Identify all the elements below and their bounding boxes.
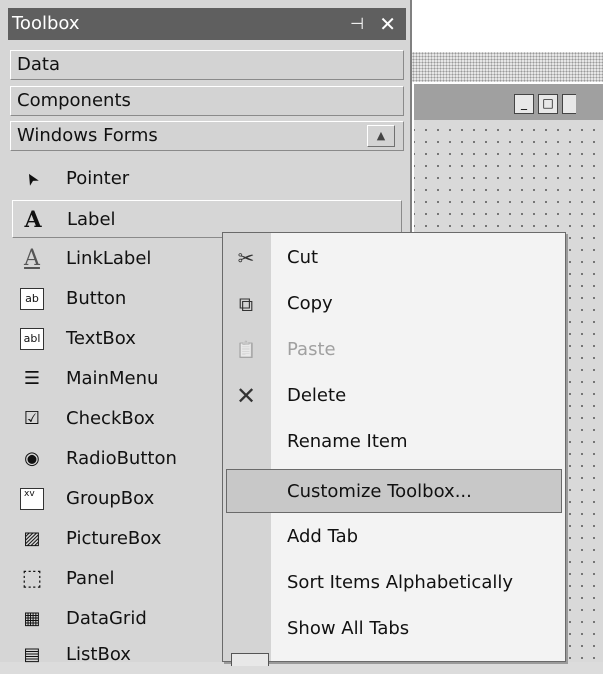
listbox-icon: ▤ [23,644,41,665]
menu-item-paste[interactable]: 📋 Paste [223,328,565,372]
menu-item-label: Rename Item [287,431,408,452]
panel-icon: ⬚ [21,566,43,591]
item-label: DataGrid [66,608,147,629]
tab-data[interactable]: Data [10,50,404,80]
item-label: Panel [66,568,115,589]
menu-item-label: Copy [287,293,333,314]
menu-scroll-icon [231,653,269,666]
label-icon: A [24,207,42,233]
paste-icon: 📋 [236,340,256,359]
item-label: MainMenu [66,368,159,389]
item-label: LinkLabel [66,248,152,269]
close-icon[interactable]: ✕ [379,8,396,40]
item-label: Button [66,288,127,309]
menu-item-cut[interactable]: ✂ Cut [223,236,565,280]
menu-item-show-all-tabs[interactable]: Show All Tabs [223,607,565,651]
tab-label: Components [17,90,131,111]
designer-background [412,52,603,82]
toolbox-titlebar: Toolbox ⊣ ✕ [8,8,406,40]
menu-item-label: Paste [287,339,336,360]
scissors-icon: ✂ [237,246,255,270]
menu-item-label: Sort Items Alphabetically [287,572,514,593]
item-label: Pointer [66,168,130,189]
menu-item-delete[interactable]: ✕ Delete [223,374,565,418]
pin-icon[interactable]: ⊣ [350,8,364,40]
pointer-icon: ➤ [19,168,44,190]
close-button-partial[interactable] [562,94,576,114]
tab-label: Data [17,54,60,75]
item-label: TextBox [66,328,136,349]
copy-icon: ⧉ [238,292,254,316]
menu-item-copy[interactable]: ⧉ Copy [223,282,565,326]
menu-item-label: Cut [287,247,319,268]
tab-components[interactable]: Components [10,86,404,116]
item-label: RadioButton [66,448,177,469]
maximize-button[interactable]: □ [538,94,558,114]
item-label: ListBox [66,644,131,665]
menu-item-label: Show All Tabs [287,618,410,639]
delete-icon: ✕ [235,382,257,410]
textbox-icon: abl [20,328,44,350]
datagrid-icon: ▦ [23,608,41,629]
item-label: GroupBox [66,488,155,509]
item-label: CheckBox [66,408,155,429]
checkbox-icon: ☑ [23,408,41,429]
tab-windows-forms[interactable]: Windows Forms ▲ [10,121,404,151]
mainmenu-icon: ☰ [23,368,41,389]
menu-item-rename-item[interactable]: Rename Item [223,420,565,464]
menu-item-label: Delete [287,385,347,406]
minimize-button[interactable]: _ [514,94,534,114]
menu-item-label: Add Tab [287,526,359,547]
picturebox-icon: ▨ [23,528,41,549]
item-label: PictureBox [66,528,162,549]
scroll-up-button[interactable]: ▲ [367,125,395,147]
button-icon: ab [20,288,44,310]
menu-item-label: Customize Toolbox... [287,481,472,502]
menu-item-add-tab[interactable]: Add Tab [223,515,565,559]
toolbox-title: Toolbox [12,13,80,34]
context-menu: ✂ Cut ⧉ Copy 📋 Paste ✕ Delete Rename Ite… [222,232,566,666]
tab-label: Windows Forms [17,125,158,146]
radiobutton-icon: ◉ [24,448,40,469]
toolbox-item-pointer[interactable]: ➤ Pointer [12,160,402,198]
menu-item-customize-toolbox[interactable]: Customize Toolbox... [226,469,562,513]
item-label: Label [67,209,116,230]
linklabel-icon: A [24,246,40,271]
menu-item-sort-items[interactable]: Sort Items Alphabetically [223,561,565,605]
groupbox-icon: xv [20,488,44,510]
